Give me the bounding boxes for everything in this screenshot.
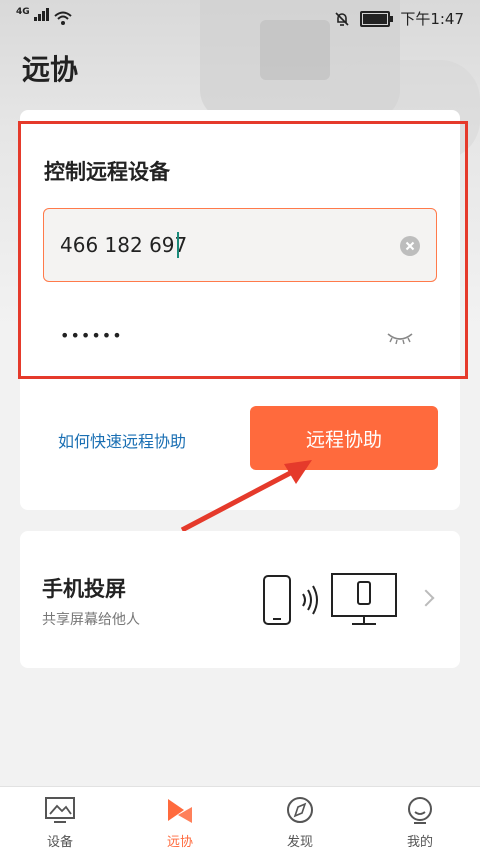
tab-devices[interactable]: 设备 <box>0 787 120 854</box>
tab-label: 发现 <box>286 835 313 850</box>
remote-assist-button[interactable]: 远程协助 <box>250 406 438 470</box>
device-id-value: 466 182 697 <box>60 233 188 257</box>
text-caret <box>177 232 179 258</box>
screen-cast-title: 手机投屏 <box>42 577 126 601</box>
mute-bell-icon <box>335 11 349 26</box>
tab-profile[interactable]: 我的 <box>360 787 480 854</box>
phone-to-monitor-icon <box>263 573 397 625</box>
password-input[interactable]: •••••• <box>60 326 123 345</box>
tab-label: 我的 <box>406 835 433 850</box>
clear-icon[interactable] <box>400 236 420 256</box>
clock: 下午1:47 <box>400 10 464 28</box>
remote-assist-icon <box>168 799 192 823</box>
tab-label: 远协 <box>166 835 193 850</box>
eye-closed-icon[interactable] <box>386 330 414 346</box>
bottom-tab-bar: 设备 远协 发现 我的 <box>0 786 480 854</box>
battery-icon <box>360 10 394 27</box>
help-link[interactable]: 如何快速远程协助 <box>58 428 186 452</box>
tab-discover[interactable]: 发现 <box>240 787 360 854</box>
profile-icon <box>408 797 432 824</box>
tab-remote-assist[interactable]: 远协 <box>120 787 240 854</box>
compass-icon <box>287 797 313 823</box>
monitor-icon <box>45 797 75 823</box>
tab-label: 设备 <box>46 835 73 850</box>
device-id-input[interactable]: 466 182 697 <box>43 208 437 282</box>
wifi-icon <box>53 11 72 25</box>
signal-icon <box>33 7 50 25</box>
page-title: 远协 <box>22 53 79 86</box>
status-bar: 4G 下午1:47 <box>0 0 480 34</box>
network-type: 4G <box>16 7 30 17</box>
screen-cast-subtitle: 共享屏幕给他人 <box>42 612 140 628</box>
remote-control-title: 控制远程设备 <box>44 160 170 184</box>
